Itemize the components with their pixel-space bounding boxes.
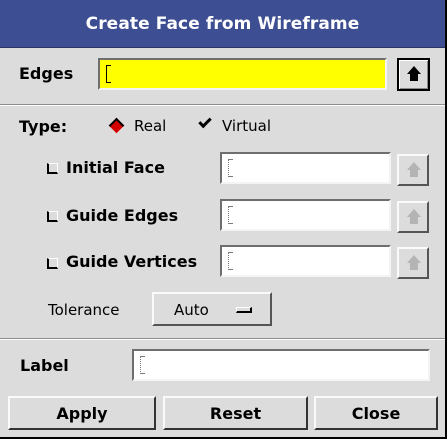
edges-select-button[interactable] xyxy=(397,58,430,91)
up-arrow-icon xyxy=(407,255,421,271)
up-arrow-icon xyxy=(407,162,421,178)
tolerance-option-menu[interactable]: Auto xyxy=(152,292,272,326)
apply-button[interactable]: Apply xyxy=(8,396,156,430)
guide-edges-select-button[interactable] xyxy=(397,201,429,233)
tolerance-label: Tolerance xyxy=(48,301,120,319)
radio-selected-icon[interactable] xyxy=(108,117,125,134)
text-cursor xyxy=(228,252,233,270)
label-input[interactable] xyxy=(132,349,430,381)
edges-input[interactable] xyxy=(98,58,387,90)
reset-button[interactable]: Reset xyxy=(163,396,308,430)
window-title: Create Face from Wireframe xyxy=(0,0,445,48)
separator xyxy=(0,104,445,106)
text-cursor xyxy=(140,356,145,374)
type-label: Type: xyxy=(19,117,68,136)
type-real-option[interactable]: Real xyxy=(134,117,166,135)
initial-face-select-button[interactable] xyxy=(397,154,429,186)
option-menu-indicator-icon xyxy=(236,307,252,313)
up-arrow-icon xyxy=(407,66,421,82)
guide-vertices-select-button[interactable] xyxy=(397,247,429,279)
radio-unselected-icon[interactable] xyxy=(198,114,212,129)
guide-vertices-checkbox[interactable] xyxy=(47,258,58,269)
guide-edges-checkbox[interactable] xyxy=(47,211,58,222)
text-cursor xyxy=(106,65,111,83)
close-button[interactable]: Close xyxy=(314,396,438,430)
initial-face-label[interactable]: Initial Face xyxy=(66,158,165,177)
text-cursor xyxy=(228,159,233,177)
guide-vertices-input[interactable] xyxy=(220,245,391,277)
separator xyxy=(0,338,445,340)
text-cursor xyxy=(228,206,233,224)
initial-face-input[interactable] xyxy=(220,152,391,184)
up-arrow-icon xyxy=(407,209,421,225)
initial-face-checkbox[interactable] xyxy=(47,163,58,174)
name-label: Label xyxy=(20,356,69,375)
guide-vertices-label[interactable]: Guide Vertices xyxy=(66,252,197,271)
tolerance-value: Auto xyxy=(174,301,209,319)
create-face-dialog: Create Face from Wireframe Edges Type: R… xyxy=(0,0,447,439)
edges-label: Edges xyxy=(19,64,74,83)
guide-edges-input[interactable] xyxy=(220,199,391,231)
type-virtual-option[interactable]: Virtual xyxy=(222,117,271,135)
guide-edges-label[interactable]: Guide Edges xyxy=(66,206,178,225)
